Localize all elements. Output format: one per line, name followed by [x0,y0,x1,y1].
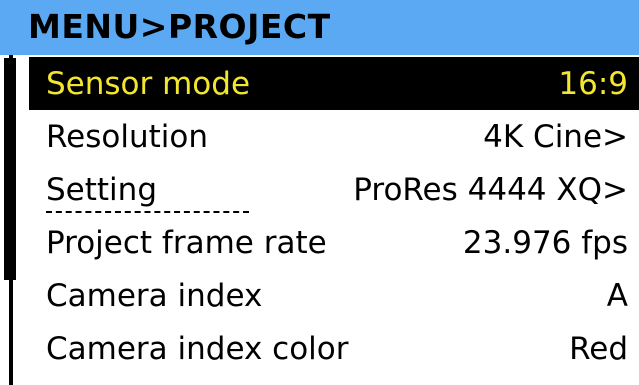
menu-item-camera-index[interactable]: Camera index A [29,269,639,322]
menu-item-camera-index-color[interactable]: Camera index color Red [29,322,639,375]
breadcrumb-title: MENU>PROJECT [28,7,331,46]
project-menu-list: Sensor mode 16:9 Resolution 4K Cine> Set… [29,57,639,375]
menu-item-label: Sensor mode [46,65,251,102]
menu-separator [46,211,249,213]
menu-item-label: Project frame rate [46,224,327,261]
menu-item-label: Camera index color [46,330,349,367]
menu-item-value: Red [569,330,628,367]
menu-item-setting[interactable]: Setting ProRes 4444 XQ> [29,163,639,216]
menu-item-value: 23.976 fps [462,224,628,261]
menu-item-resolution[interactable]: Resolution 4K Cine> [29,110,639,163]
menu-item-value: A [606,277,628,314]
menu-item-label: Resolution [46,118,208,155]
menu-item-label: Setting [46,171,157,208]
menu-item-value: ProRes 4444 XQ> [353,171,628,208]
menu-item-project-frame-rate[interactable]: Project frame rate 23.976 fps [29,216,639,269]
menu-item-sensor-mode[interactable]: Sensor mode 16:9 [29,57,639,110]
menu-header: MENU>PROJECT [0,0,639,55]
scrollbar-thumb[interactable] [4,58,16,280]
menu-item-label: Camera index [46,277,263,314]
menu-item-value: 16:9 [558,65,628,102]
menu-item-value: 4K Cine> [483,118,628,155]
